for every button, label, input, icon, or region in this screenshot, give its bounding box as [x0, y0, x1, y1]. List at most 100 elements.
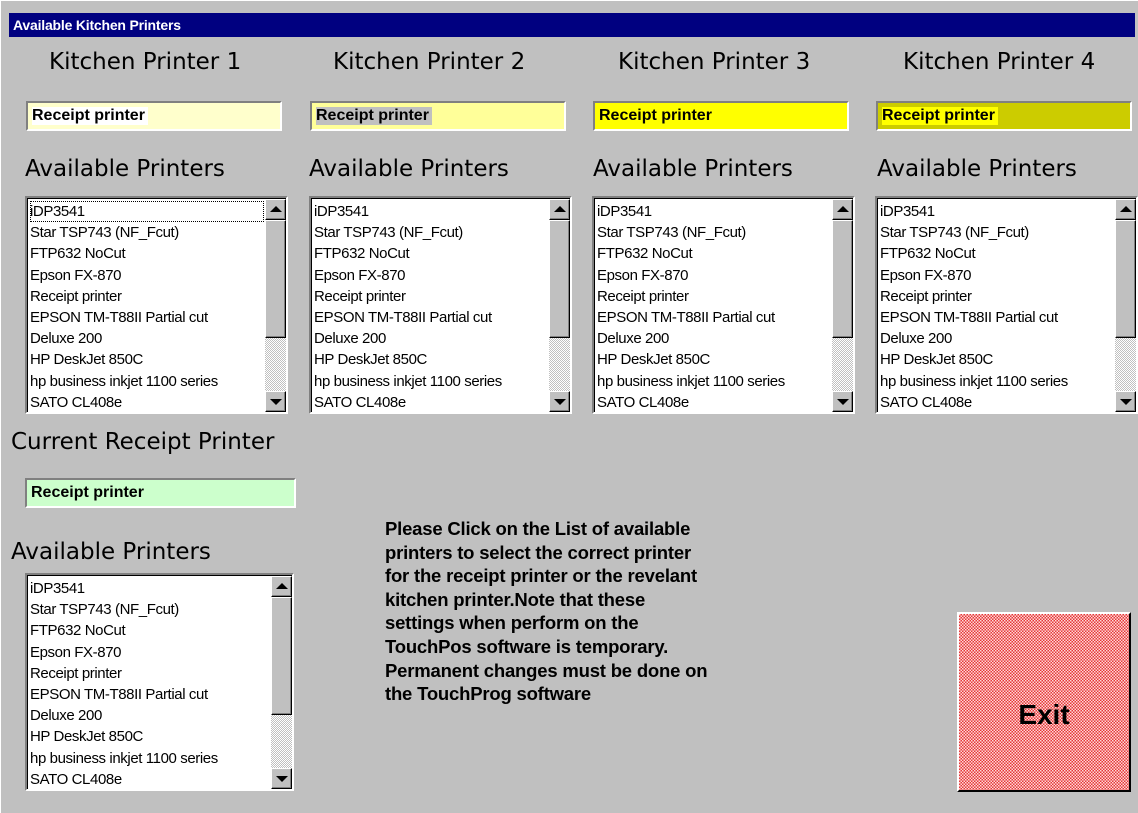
kitchen-printer-2-field[interactable]: Receipt printer	[310, 101, 566, 131]
list-item[interactable]: FTP632 NoCut	[30, 620, 264, 641]
kitchen-printer-4-field[interactable]: Receipt printer	[876, 101, 1132, 131]
list-item[interactable]: SATO CL408e	[597, 392, 831, 412]
scroll-up-button[interactable]	[549, 199, 570, 220]
scroll-up-button[interactable]	[832, 199, 853, 220]
kitchen-printer-2-list[interactable]: iDP3541 Star TSP743 (NF_Fcut) FTP632 NoCut…	[309, 196, 572, 414]
list-item[interactable]: Deluxe 200	[880, 328, 1114, 349]
kitchen-printer-1-list[interactable]: iDP3541 Star TSP743 (NF_Fcut) FTP632 NoCut…	[25, 196, 288, 414]
list-item[interactable]: HP DeskJet 850C	[314, 349, 548, 370]
list-item[interactable]: Receipt printer	[30, 663, 264, 684]
list-item[interactable]: Deluxe 200	[597, 328, 831, 349]
list-item[interactable]: SATO CL408e	[314, 392, 548, 412]
scrollbar[interactable]	[271, 576, 292, 789]
list-item[interactable]: iDP3541	[30, 578, 264, 599]
list-item[interactable]: hp business inkjet 1100 series	[314, 371, 548, 392]
printer-list-items: iDP3541 Star TSP743 (NF_Fcut) FTP632 NoCut…	[30, 578, 264, 789]
list-item[interactable]: HP DeskJet 850C	[30, 726, 264, 747]
list-item[interactable]: Epson FX-870	[314, 265, 548, 286]
list-item[interactable]: iDP3541	[30, 201, 264, 223]
arrow-up-icon	[837, 206, 849, 212]
scroll-down-button[interactable]	[549, 391, 570, 412]
scroll-thumb[interactable]	[832, 220, 853, 338]
list-item[interactable]: Deluxe 200	[30, 328, 264, 349]
kitchen-printer-1-field[interactable]: Receipt printer	[26, 101, 282, 131]
scrollbar[interactable]	[832, 199, 853, 412]
list-item[interactable]: Star TSP743 (NF_Fcut)	[30, 599, 264, 620]
list-item[interactable]: FTP632 NoCut	[880, 243, 1114, 264]
list-item[interactable]: HP DeskJet 850C	[30, 349, 264, 370]
instructions-text: Please Click on the List of available pr…	[385, 517, 845, 706]
list-item[interactable]: hp business inkjet 1100 series	[30, 748, 264, 769]
list-item[interactable]: Star TSP743 (NF_Fcut)	[30, 222, 264, 243]
arrow-down-icon	[276, 776, 288, 782]
kitchen-printer-3-heading: Kitchen Printer 3	[618, 49, 811, 75]
list-item[interactable]: hp business inkjet 1100 series	[880, 371, 1114, 392]
scrollbar[interactable]	[1115, 199, 1136, 412]
kitchen-printer-4-heading: Kitchen Printer 4	[903, 49, 1096, 75]
list-frame: iDP3541 Star TSP743 (NF_Fcut) FTP632 NoCut…	[27, 575, 292, 789]
list-item[interactable]: SATO CL408e	[880, 392, 1114, 412]
scroll-down-button[interactable]	[271, 768, 292, 789]
scrollbar[interactable]	[265, 199, 286, 412]
printer-list-items: iDP3541 Star TSP743 (NF_Fcut) FTP632 NoCut…	[30, 201, 264, 412]
scroll-up-button[interactable]	[1115, 199, 1136, 220]
list-item[interactable]: Star TSP743 (NF_Fcut)	[314, 222, 548, 243]
list-item[interactable]: EPSON TM-T88II Partial cut	[880, 307, 1114, 328]
list-item[interactable]: SATO CL408e	[30, 769, 264, 789]
scroll-thumb[interactable]	[265, 220, 286, 338]
scroll-down-button[interactable]	[1115, 391, 1136, 412]
list-item[interactable]: Epson FX-870	[30, 265, 264, 286]
scroll-thumb[interactable]	[271, 597, 292, 715]
list-item[interactable]: HP DeskJet 850C	[597, 349, 831, 370]
list-item[interactable]: Epson FX-870	[30, 642, 264, 663]
exit-button[interactable]: Exit	[957, 612, 1131, 792]
list-item[interactable]: EPSON TM-T88II Partial cut	[30, 307, 264, 328]
kitchen-printer-1-heading: Kitchen Printer 1	[49, 49, 242, 75]
scroll-thumb[interactable]	[1115, 220, 1136, 338]
list-item[interactable]: iDP3541	[880, 201, 1114, 222]
scroll-down-button[interactable]	[832, 391, 853, 412]
arrow-down-icon	[270, 399, 282, 405]
list-item[interactable]: iDP3541	[597, 201, 831, 222]
list-item[interactable]: FTP632 NoCut	[30, 243, 264, 264]
list-item[interactable]: Epson FX-870	[880, 265, 1114, 286]
list-item[interactable]: Receipt printer	[314, 286, 548, 307]
scroll-up-button[interactable]	[265, 199, 286, 220]
window-title: Available Kitchen Printers	[13, 17, 181, 33]
scroll-thumb[interactable]	[549, 220, 570, 338]
list-item[interactable]: FTP632 NoCut	[597, 243, 831, 264]
list-item[interactable]: Star TSP743 (NF_Fcut)	[880, 222, 1114, 243]
scroll-up-button[interactable]	[271, 576, 292, 597]
kitchen-printer-3-available-label: Available Printers	[593, 156, 793, 182]
list-item[interactable]: FTP632 NoCut	[314, 243, 548, 264]
arrow-up-icon	[554, 206, 566, 212]
list-item[interactable]: Deluxe 200	[314, 328, 548, 349]
list-item[interactable]: hp business inkjet 1100 series	[597, 371, 831, 392]
receipt-printer-heading: Current Receipt Printer	[11, 429, 275, 455]
list-item[interactable]: hp business inkjet 1100 series	[30, 371, 264, 392]
arrow-up-icon	[270, 206, 282, 212]
list-item[interactable]: Epson FX-870	[597, 265, 831, 286]
list-item[interactable]: iDP3541	[314, 201, 548, 222]
kitchen-printer-3-list[interactable]: iDP3541 Star TSP743 (NF_Fcut) FTP632 NoCut…	[592, 196, 855, 414]
list-item[interactable]: EPSON TM-T88II Partial cut	[30, 684, 264, 705]
receipt-printer-field[interactable]: Receipt printer	[25, 478, 296, 508]
list-item[interactable]: Receipt printer	[880, 286, 1114, 307]
list-item[interactable]: Star TSP743 (NF_Fcut)	[597, 222, 831, 243]
scrollbar[interactable]	[549, 199, 570, 412]
list-item[interactable]: Receipt printer	[30, 286, 264, 307]
printer-list-items: iDP3541 Star TSP743 (NF_Fcut) FTP632 NoCut…	[880, 201, 1114, 412]
list-item[interactable]: HP DeskJet 850C	[880, 349, 1114, 370]
list-item[interactable]: Receipt printer	[597, 286, 831, 307]
kitchen-printer-4-list[interactable]: iDP3541 Star TSP743 (NF_Fcut) FTP632 NoCut…	[875, 196, 1138, 414]
receipt-printer-list[interactable]: iDP3541 Star TSP743 (NF_Fcut) FTP632 NoCut…	[25, 573, 294, 791]
arrow-down-icon	[1120, 399, 1132, 405]
list-frame: iDP3541 Star TSP743 (NF_Fcut) FTP632 NoCut…	[311, 198, 570, 412]
list-item[interactable]: SATO CL408e	[30, 392, 264, 412]
scroll-down-button[interactable]	[265, 391, 286, 412]
kitchen-printer-3-field[interactable]: Receipt printer	[593, 101, 849, 131]
list-item[interactable]: EPSON TM-T88II Partial cut	[314, 307, 548, 328]
list-item[interactable]: Deluxe 200	[30, 705, 264, 726]
list-frame: iDP3541 Star TSP743 (NF_Fcut) FTP632 NoCut…	[877, 198, 1136, 412]
list-item[interactable]: EPSON TM-T88II Partial cut	[597, 307, 831, 328]
